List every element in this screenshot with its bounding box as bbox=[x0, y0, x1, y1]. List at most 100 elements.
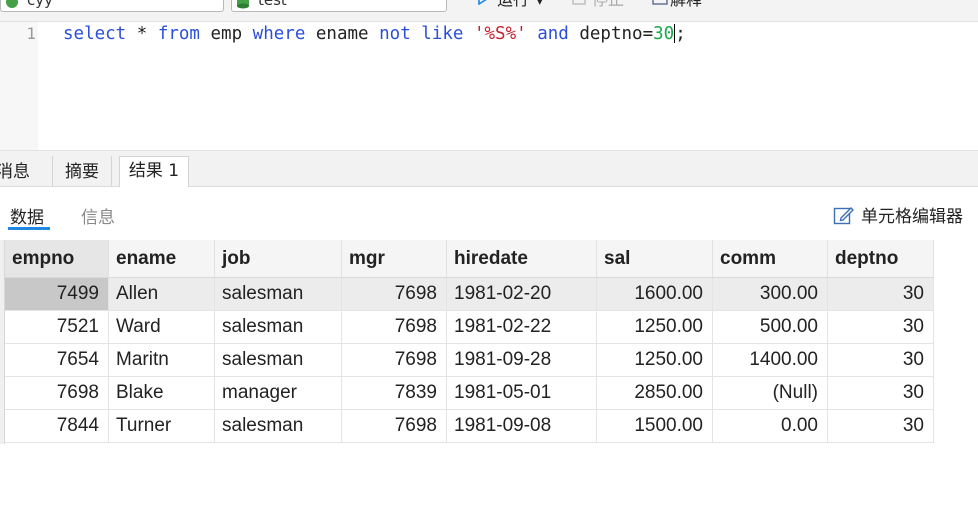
cell-deptno[interactable]: 30 bbox=[827, 343, 934, 377]
cell-job[interactable]: salesman bbox=[214, 310, 342, 344]
tok-column: ename bbox=[305, 24, 380, 44]
cell-ename[interactable]: Maritn bbox=[108, 343, 215, 377]
table-row[interactable]: 7654 Maritn salesman 7698 1981-09-28 125… bbox=[5, 343, 934, 377]
cell-sal[interactable]: 1250.00 bbox=[596, 310, 713, 344]
cell-ename[interactable]: Allen bbox=[108, 277, 215, 311]
run-label: 运行 bbox=[497, 0, 529, 9]
sql-editor[interactable]: 1 select * from emp where ename not like… bbox=[0, 22, 978, 150]
kw-like: like bbox=[421, 24, 464, 44]
column-header-deptno[interactable]: deptno bbox=[827, 240, 934, 278]
line-number: 1 bbox=[26, 24, 36, 43]
cell-hiredate[interactable]: 1981-02-22 bbox=[446, 310, 597, 344]
explain-label: 解释 bbox=[670, 0, 702, 9]
stop-button[interactable]: 停止 bbox=[572, 0, 624, 11]
cell-empno[interactable]: 7698 bbox=[5, 376, 109, 410]
stop-icon bbox=[572, 0, 586, 11]
kw-from: from bbox=[157, 24, 200, 44]
cell-comm[interactable]: 500.00 bbox=[712, 310, 828, 344]
cell-hiredate[interactable]: 1981-09-08 bbox=[446, 409, 597, 443]
cell-sal[interactable]: 1600.00 bbox=[596, 277, 713, 311]
cell-comm[interactable]: 0.00 bbox=[712, 409, 828, 443]
toolbar: cyy test 运行 ▾ 停止 解释 bbox=[0, 0, 978, 22]
database-name: test bbox=[258, 0, 287, 9]
grid-header-row: empno ename job mgr hiredate sal comm de… bbox=[5, 240, 934, 278]
cell-deptno[interactable]: 30 bbox=[827, 409, 934, 443]
column-header-hiredate[interactable]: hiredate bbox=[446, 240, 597, 278]
explain-icon bbox=[652, 0, 668, 11]
cell-mgr[interactable]: 7698 bbox=[341, 343, 447, 377]
column-header-sal[interactable]: sal bbox=[596, 240, 713, 278]
database-select[interactable]: test bbox=[231, 0, 447, 12]
connection-select[interactable]: cyy bbox=[0, 0, 224, 12]
cell-job[interactable]: salesman bbox=[214, 409, 342, 443]
column-header-mgr[interactable]: mgr bbox=[341, 240, 447, 278]
active-subtab-underline bbox=[8, 227, 50, 230]
cell-hiredate[interactable]: 1981-02-20 bbox=[446, 277, 597, 311]
column-header-ename[interactable]: ename bbox=[108, 240, 215, 278]
table-row[interactable]: 7499 Allen salesman 7698 1981-02-20 1600… bbox=[5, 277, 934, 311]
tok-star: * bbox=[126, 24, 158, 44]
kw-select: select bbox=[63, 24, 127, 44]
cell-sal[interactable]: 1500.00 bbox=[596, 409, 713, 443]
database-icon bbox=[236, 0, 250, 9]
table-row[interactable]: 7521 Ward salesman 7698 1981-02-22 1250.… bbox=[5, 310, 934, 344]
cell-comm-null[interactable]: (Null) bbox=[712, 376, 828, 410]
run-dropdown-icon[interactable]: ▾ bbox=[537, 0, 543, 8]
explain-button[interactable]: 解释 bbox=[652, 0, 702, 11]
table-row[interactable]: 7844 Turner salesman 7698 1981-09-08 150… bbox=[5, 409, 934, 443]
cell-empno[interactable]: 7521 bbox=[5, 310, 109, 344]
connection-name: cyy bbox=[27, 0, 54, 9]
cell-mgr[interactable]: 7698 bbox=[341, 310, 447, 344]
subtab-info[interactable]: 信息 bbox=[81, 203, 115, 228]
cell-comm[interactable]: 1400.00 bbox=[712, 343, 828, 377]
cell-empno[interactable]: 7844 bbox=[5, 409, 109, 443]
cell-empno[interactable]: 7499 bbox=[5, 277, 109, 311]
cell-job[interactable]: manager bbox=[214, 376, 342, 410]
cell-editor-button[interactable]: 单元格编辑器 bbox=[833, 202, 963, 227]
run-button[interactable]: 运行 ▾ bbox=[477, 0, 543, 11]
kw-where: where bbox=[252, 24, 306, 44]
stop-label: 停止 bbox=[592, 0, 624, 9]
tab-messages[interactable]: 消息 bbox=[0, 156, 36, 186]
column-header-job[interactable]: job bbox=[214, 240, 342, 278]
play-icon bbox=[477, 0, 491, 11]
tok-pattern: '%S%' bbox=[473, 24, 527, 44]
cell-ename[interactable]: Blake bbox=[108, 376, 215, 410]
cell-deptno[interactable]: 30 bbox=[827, 310, 934, 344]
sql-code-line[interactable]: select * from emp where ename not like '… bbox=[63, 24, 686, 44]
result-grid: empno ename job mgr hiredate sal comm de… bbox=[5, 240, 934, 443]
cell-editor-label: 单元格编辑器 bbox=[861, 207, 963, 227]
cell-sal[interactable]: 2850.00 bbox=[596, 376, 713, 410]
tok-value: 30 bbox=[653, 24, 675, 44]
column-header-empno[interactable]: empno bbox=[5, 240, 109, 278]
tab-summary[interactable]: 摘要 bbox=[52, 156, 112, 186]
kw-not: not bbox=[379, 24, 411, 44]
cell-job[interactable]: salesman bbox=[214, 343, 342, 377]
connection-icon bbox=[5, 0, 19, 8]
cell-empno[interactable]: 7654 bbox=[5, 343, 109, 377]
subtab-data[interactable]: 数据 bbox=[10, 203, 44, 228]
edit-icon bbox=[833, 207, 854, 225]
cell-ename[interactable]: Ward bbox=[108, 310, 215, 344]
cell-hiredate[interactable]: 1981-05-01 bbox=[446, 376, 597, 410]
tab-result-1[interactable]: 结果 1 bbox=[119, 156, 189, 188]
tok-table: emp bbox=[199, 24, 253, 44]
cell-ename[interactable]: Turner bbox=[108, 409, 215, 443]
column-header-comm[interactable]: comm bbox=[712, 240, 828, 278]
tok-deptno: deptno= bbox=[568, 24, 654, 44]
cell-job[interactable]: salesman bbox=[214, 277, 342, 311]
result-subtabs: 数据 信息 单元格编辑器 bbox=[0, 187, 978, 239]
cell-hiredate[interactable]: 1981-09-28 bbox=[446, 343, 597, 377]
cell-deptno[interactable]: 30 bbox=[827, 277, 934, 311]
kw-and: and bbox=[537, 24, 569, 44]
tok-semicolon: ; bbox=[675, 24, 686, 44]
cell-deptno[interactable]: 30 bbox=[827, 376, 934, 410]
cell-comm[interactable]: 300.00 bbox=[712, 277, 828, 311]
cell-mgr[interactable]: 7839 bbox=[341, 376, 447, 410]
cell-mgr[interactable]: 7698 bbox=[341, 277, 447, 311]
cell-mgr[interactable]: 7698 bbox=[341, 409, 447, 443]
result-tabs-bar: 消息 摘要 结果 1 bbox=[0, 151, 978, 188]
table-row[interactable]: 7698 Blake manager 7839 1981-05-01 2850.… bbox=[5, 376, 934, 410]
cell-sal[interactable]: 1250.00 bbox=[596, 343, 713, 377]
line-gutter: 1 bbox=[0, 22, 38, 150]
